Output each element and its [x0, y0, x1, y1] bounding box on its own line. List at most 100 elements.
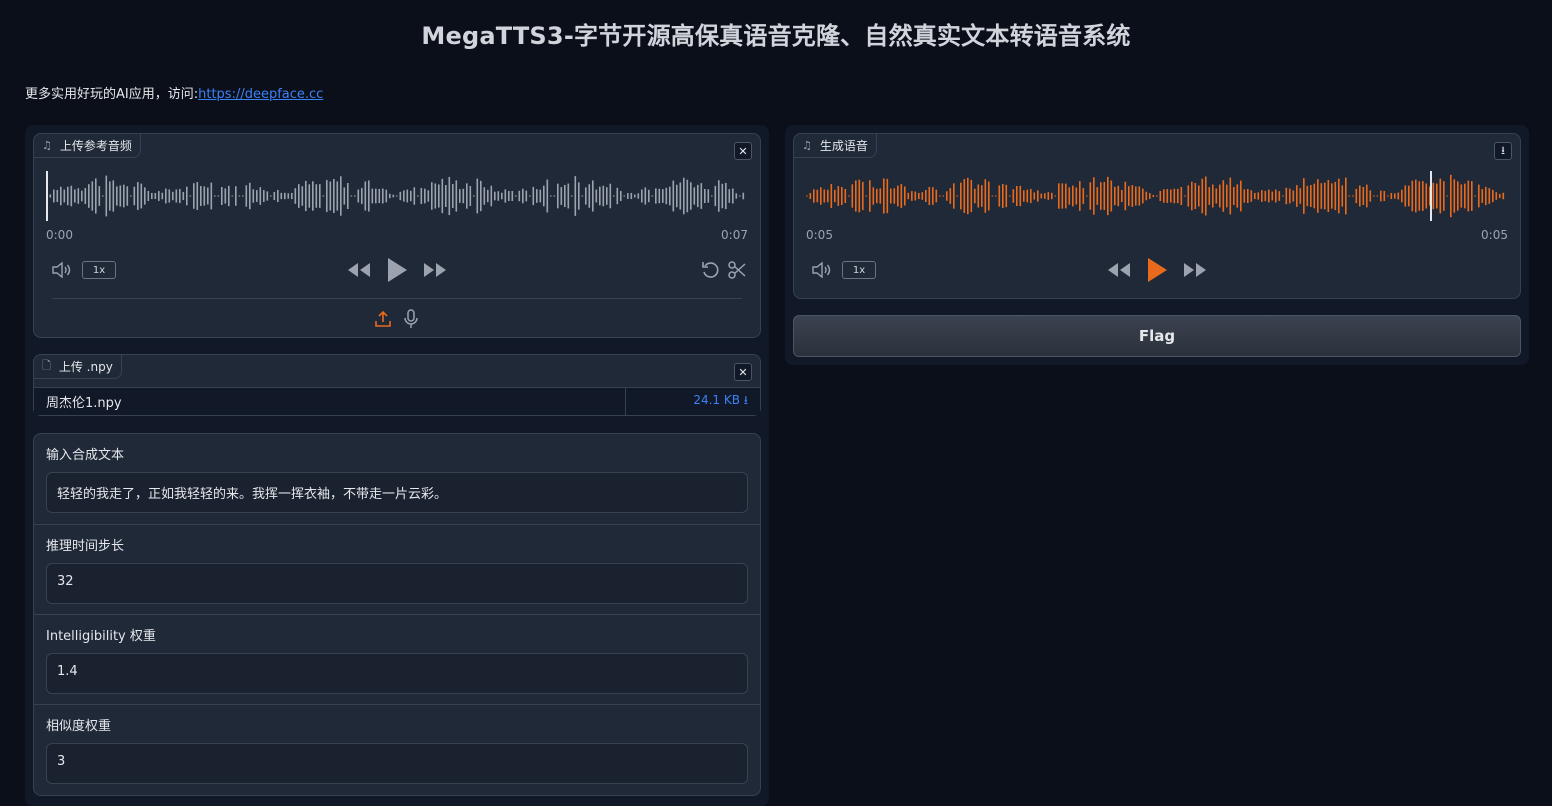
waveform-bar	[1474, 195, 1477, 197]
waveform-bar	[1408, 185, 1410, 207]
waveform-bar	[546, 179, 549, 213]
clear-audio-button[interactable]: ✕	[734, 142, 752, 160]
trim-scissors-icon[interactable]	[726, 260, 748, 280]
waveform-bar	[872, 187, 875, 205]
similarity-input[interactable]: 3	[46, 743, 748, 784]
playhead-cursor[interactable]	[1430, 171, 1432, 221]
waveform-bar	[109, 181, 111, 211]
waveform-bar	[1198, 185, 1200, 207]
waveform-bar	[995, 195, 997, 197]
rewind-icon[interactable]	[346, 260, 372, 280]
flag-button[interactable]: Flag	[793, 315, 1521, 357]
waveform-bar	[732, 188, 734, 204]
volume-icon[interactable]	[810, 260, 834, 280]
waveform-bar	[459, 189, 461, 203]
waveform-bar	[914, 191, 917, 201]
waveform-bar	[1359, 185, 1361, 207]
waveform-bar	[469, 186, 472, 206]
promo-link[interactable]: https://deepface.cc	[198, 87, 323, 102]
waveform-bar	[893, 188, 896, 204]
waveform-bar	[820, 187, 822, 205]
waveform-bar	[728, 189, 731, 203]
clear-file-button[interactable]: ✕	[734, 363, 752, 381]
steps-label: 推理时间步长	[46, 539, 125, 554]
waveform-bar	[841, 187, 843, 205]
download-button[interactable]: ⭳	[1494, 142, 1512, 160]
waveform-bar	[1502, 192, 1505, 200]
waveform-bar	[77, 188, 80, 204]
waveform-bar	[420, 187, 423, 205]
waveform-bar	[301, 186, 304, 206]
waveform-bar	[1341, 185, 1344, 207]
text-input[interactable]: 轻轻的我走了，正如我轻轻的来。我挥一挥衣袖，不带走一片云彩。	[46, 472, 748, 513]
waveform-bar	[1478, 184, 1480, 208]
waveform-bar	[504, 189, 507, 203]
text-label: 输入合成文本	[46, 448, 125, 463]
waveform-bar	[158, 191, 160, 201]
waveform-bar	[991, 195, 994, 197]
waveform-bar	[606, 187, 608, 205]
waveform-bar	[851, 184, 854, 208]
waveform-bar	[665, 187, 668, 205]
waveform-bar	[448, 176, 451, 216]
waveform-bar	[837, 186, 840, 206]
waveform-bar	[1278, 191, 1281, 201]
reference-audio-label: ♫ 上传参考音频	[34, 134, 141, 158]
microphone-icon[interactable]	[400, 308, 422, 330]
fast-forward-icon[interactable]	[1182, 260, 1208, 280]
waveform-bar	[392, 194, 395, 198]
waveform-bar	[130, 195, 132, 197]
playback-rate-button[interactable]: 1x	[82, 261, 116, 279]
fast-forward-icon[interactable]	[422, 260, 448, 280]
waveform-bar	[1240, 180, 1242, 212]
waveform-bar	[221, 187, 223, 205]
waveform-bar	[56, 189, 59, 203]
waveform-bar	[581, 195, 584, 197]
waveform-bar	[1145, 191, 1148, 201]
file-name: 周杰伦1.npy	[34, 388, 626, 415]
waveform-bar	[434, 183, 437, 209]
waveform-bar	[1184, 195, 1186, 197]
reference-audio-panel: ♫ 上传参考音频 ✕ 0:00 0:07 1x	[33, 133, 761, 338]
intelligibility-input[interactable]: 1.4	[46, 653, 748, 694]
waveform-bar	[382, 188, 384, 204]
file-download-link[interactable]: 24.1 KB ⭳	[626, 391, 760, 412]
waveform-bar	[249, 182, 251, 210]
waveform-bar	[333, 178, 335, 214]
waveform-bar	[497, 191, 500, 201]
waveform-bar	[697, 184, 699, 208]
waveform-bar	[1012, 189, 1015, 203]
waveform-bar	[95, 178, 97, 214]
volume-icon[interactable]	[50, 260, 74, 280]
waveform-bar	[662, 189, 664, 203]
waveform-bar	[616, 187, 619, 205]
waveform-bar	[1212, 184, 1214, 208]
waveform-bar	[886, 178, 889, 214]
waveform-bar	[441, 178, 444, 214]
waveform-bar	[690, 182, 692, 210]
text-field-group: 输入合成文本 轻轻的我走了，正如我轻轻的来。我挥一挥衣袖，不带走一片云彩。	[34, 434, 760, 525]
reset-icon[interactable]	[700, 260, 722, 280]
waveform-bar	[1485, 186, 1487, 206]
waveform-bar	[676, 184, 678, 208]
upload-icon[interactable]	[372, 308, 394, 330]
play-icon[interactable]	[384, 255, 410, 285]
waveform-bar	[879, 188, 882, 204]
waveform-bar	[543, 185, 545, 207]
waveform-bar	[287, 193, 290, 199]
playback-rate-button[interactable]: 1x	[842, 261, 876, 279]
output-waveform[interactable]	[806, 170, 1506, 222]
waveform-bar	[550, 195, 552, 197]
output-audio-label: ♫ 生成语音	[794, 134, 877, 158]
waveform-bar	[102, 195, 104, 197]
waveform-bar	[1432, 182, 1435, 210]
reference-waveform[interactable]	[46, 170, 746, 222]
waveform-bar	[592, 180, 594, 212]
play-icon[interactable]	[1144, 255, 1170, 285]
waveform-bar	[1044, 193, 1046, 199]
steps-input[interactable]: 32	[46, 563, 748, 604]
playhead-cursor[interactable]	[46, 171, 48, 221]
waveform-bar	[939, 195, 941, 197]
waveform-bar	[179, 188, 181, 204]
rewind-icon[interactable]	[1106, 260, 1132, 280]
